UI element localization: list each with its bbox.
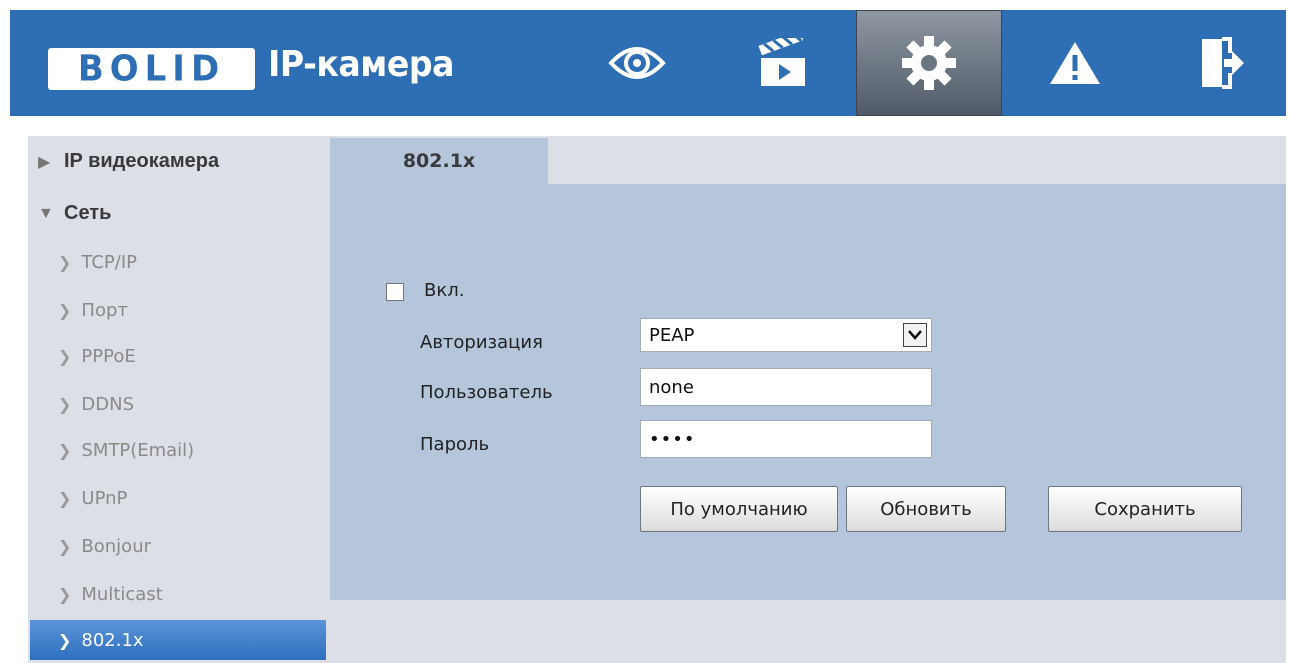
tab-strip: 802.1x xyxy=(330,136,1286,184)
gear-icon xyxy=(902,36,956,90)
refresh-button[interactable]: Обновить xyxy=(846,486,1006,532)
sidebar-item-port[interactable]: ❯ Порт xyxy=(30,290,330,330)
sidebar-item-ddns[interactable]: ❯ DDNS xyxy=(30,384,330,424)
settings-panel: Вкл. Авторизация PEAP Пользователь none … xyxy=(330,184,1286,600)
auth-select-value: PEAP xyxy=(649,324,695,346)
triangle-down-icon: ▼ xyxy=(38,204,54,222)
chevron-right-icon: ❯ xyxy=(58,630,72,650)
chevron-right-icon: ❯ xyxy=(58,584,72,604)
sidebar-item-upnp[interactable]: ❯ UPnP xyxy=(30,478,330,518)
warning-icon xyxy=(1050,42,1100,84)
sidebar-item-label: DDNS xyxy=(81,393,135,415)
enable-label: Вкл. xyxy=(424,280,465,301)
sidebar-item-bonjour[interactable]: ❯ Bonjour xyxy=(30,526,330,566)
save-button[interactable]: Сохранить xyxy=(1048,486,1242,532)
auth-label: Авторизация xyxy=(420,332,543,353)
password-label: Пароль xyxy=(420,434,490,455)
sidebar-item-label: TCP/IP xyxy=(81,251,137,273)
auth-select[interactable]: PEAP xyxy=(640,318,932,352)
user-label: Пользователь xyxy=(420,382,553,403)
live-view-button[interactable] xyxy=(564,10,710,116)
sidebar-item-label: SMTP(Email) xyxy=(81,439,195,461)
sidebar-item-tcpip[interactable]: ❯ TCP/IP xyxy=(30,242,330,282)
settings-sidebar: ▶ IP видеокамера ▼ Сеть ❯ TCP/IP ❯ Порт … xyxy=(28,136,330,663)
eye-icon xyxy=(608,47,666,79)
sidebar-item-label: UPnP xyxy=(81,487,128,509)
alarm-button[interactable] xyxy=(1002,10,1148,116)
logout-button[interactable] xyxy=(1148,10,1290,116)
sidebar-item-label: PPPoE xyxy=(81,345,136,367)
sidebar-group-network-label: Сеть xyxy=(64,202,112,224)
user-field-value: none xyxy=(649,376,694,398)
default-button[interactable]: По умолчанию xyxy=(640,486,838,532)
sidebar-item-pppoe[interactable]: ❯ PPPoE xyxy=(30,336,330,376)
user-field[interactable]: none xyxy=(640,368,932,406)
sidebar-item-8021x[interactable]: ❯ 802.1x xyxy=(30,620,326,660)
sidebar-group-camera[interactable]: ▶ IP видеокамера xyxy=(38,150,219,173)
chevron-right-icon: ❯ xyxy=(58,440,72,460)
exit-icon xyxy=(1202,37,1244,89)
playback-button[interactable] xyxy=(710,10,856,116)
sidebar-item-smtp[interactable]: ❯ SMTP(Email) xyxy=(30,430,330,470)
password-field[interactable]: •••• xyxy=(640,420,932,458)
sidebar-item-multicast[interactable]: ❯ Multicast xyxy=(30,574,330,614)
sidebar-group-camera-label: IP видеокамера xyxy=(64,150,220,172)
top-header: BOLID IP-камера xyxy=(10,10,1286,116)
chevron-right-icon: ❯ xyxy=(58,346,72,366)
triangle-right-icon: ▶ xyxy=(38,153,51,171)
clapperboard-icon xyxy=(758,38,805,86)
sidebar-group-network[interactable]: ▼ Сеть xyxy=(38,202,111,225)
settings-button[interactable] xyxy=(856,10,1002,116)
sidebar-item-label: 802.1x xyxy=(81,629,144,651)
chevron-right-icon: ❯ xyxy=(58,300,72,320)
chevron-down-icon[interactable] xyxy=(903,323,927,347)
chevron-right-icon: ❯ xyxy=(58,488,72,508)
password-field-value: •••• xyxy=(649,428,696,450)
chevron-right-icon: ❯ xyxy=(58,394,72,414)
product-title: IP-камера xyxy=(268,44,455,85)
tab-8021x[interactable]: 802.1x xyxy=(330,138,548,184)
enable-checkbox[interactable] xyxy=(386,283,404,301)
logo-text: BOLID xyxy=(77,48,226,90)
chevron-right-icon: ❯ xyxy=(58,536,72,556)
chevron-right-icon: ❯ xyxy=(58,252,72,272)
sidebar-item-label: Multicast xyxy=(81,583,163,605)
bolid-logo: BOLID xyxy=(48,48,255,90)
content-area: 802.1x Вкл. Авторизация PEAP Пользовател… xyxy=(330,136,1286,663)
sidebar-item-label: Bonjour xyxy=(81,535,151,557)
sidebar-item-label: Порт xyxy=(81,299,128,321)
